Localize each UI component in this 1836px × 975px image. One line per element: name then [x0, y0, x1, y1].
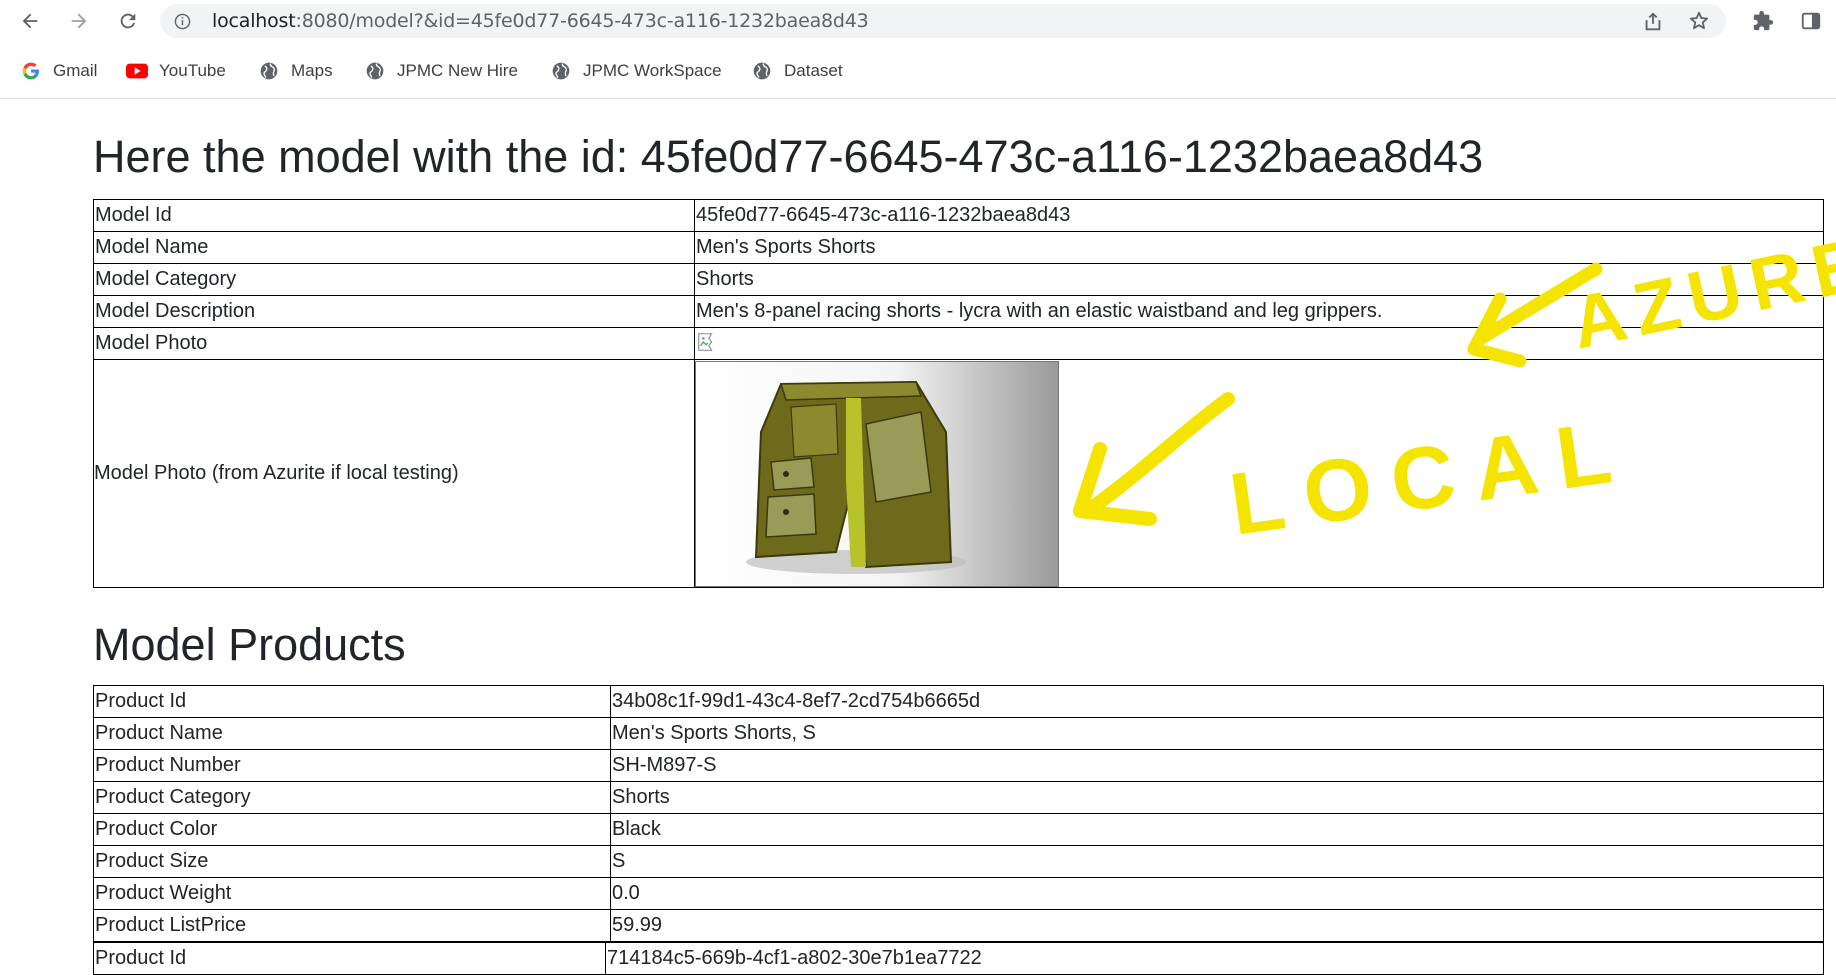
bookmark-star-icon[interactable]: [1688, 10, 1710, 37]
table-row: Model Description Men's 8-panel racing s…: [93, 295, 1824, 328]
extensions-puzzle-icon[interactable]: [1752, 10, 1774, 37]
page-title: Here the model with the id: 45fe0d77-664…: [93, 131, 1484, 182]
product-name-label: Product Name: [93, 717, 611, 750]
product-table: Product Id 714184c5-669b-4cf1-a802-30e7b…: [93, 942, 1824, 975]
bookmark-label: JPMC WorkSpace: [583, 61, 722, 80]
table-row: Model Photo: [93, 327, 1824, 360]
globe-icon: [751, 60, 773, 82]
page-content: Here the model with the id: 45fe0d77-664…: [0, 99, 1836, 975]
url-text[interactable]: localhost:8080/model?&id=45fe0d77-6645-4…: [212, 4, 869, 38]
product-id-label: Product Id: [93, 685, 611, 718]
bookmarks-bar: Gmail YouTube Maps JPMC New Hire JPMC Wo…: [0, 46, 1836, 99]
model-id-label: Model Id: [93, 199, 695, 232]
back-arrow-icon: [22, 13, 38, 29]
product-color-value: Black: [610, 813, 1824, 846]
bookmark-label: YouTube: [159, 61, 226, 80]
model-description-label: Model Description: [93, 295, 695, 328]
table-row: Product Color Black: [93, 813, 1824, 846]
side-panel-icon[interactable]: [1800, 10, 1822, 37]
table-row: Model Name Men's Sports Shorts: [93, 231, 1824, 264]
bookmark-label: Gmail: [53, 61, 98, 80]
product-size-value: S: [610, 845, 1824, 878]
bookmark-jpmc-workspace[interactable]: JPMC WorkSpace: [550, 57, 722, 85]
product-number-value: SH-M897-S: [610, 749, 1824, 782]
reload-icon: [120, 13, 136, 29]
product-category-label: Product Category: [93, 781, 611, 814]
product-weight-label: Product Weight: [93, 877, 611, 910]
broken-image-icon: [696, 331, 720, 355]
product-id-value: 34b08c1f-99d1-43c4-8ef7-2cd754b6665d: [610, 685, 1824, 718]
google-icon: [20, 60, 42, 82]
table-row: Model Category Shorts: [93, 263, 1824, 296]
model-id-value: 45fe0d77-6645-473c-a116-1232baea8d43: [694, 199, 1824, 232]
table-row: Product Number SH-M897-S: [93, 749, 1824, 782]
model-description-value: Men's 8-panel racing shorts - lycra with…: [694, 295, 1824, 328]
product-size-label: Product Size: [93, 845, 611, 878]
url-path: :8080/model?&id=45fe0d77-6645-473c-a116-…: [295, 10, 869, 32]
model-category-label: Model Category: [93, 263, 695, 296]
url-host: localhost: [212, 10, 296, 32]
table-row: Product Id 714184c5-669b-4cf1-a802-30e7b…: [93, 942, 1824, 975]
bookmark-youtube[interactable]: YouTube: [126, 57, 226, 85]
bookmark-label: JPMC New Hire: [397, 61, 518, 80]
youtube-icon: [126, 60, 148, 82]
table-row: Model Photo (from Azurite if local testi…: [93, 359, 1824, 588]
product-number-label: Product Number: [93, 749, 611, 782]
address-bar[interactable]: localhost:8080/model?&id=45fe0d77-6645-4…: [160, 4, 1726, 38]
forward-arrow-icon: [71, 13, 87, 29]
bookmark-gmail[interactable]: Gmail: [20, 57, 97, 85]
product-weight-value: 0.0: [610, 877, 1824, 910]
product-id-value: 714184c5-669b-4cf1-a802-30e7b1ea7722: [605, 942, 1824, 975]
product-category-value: Shorts: [610, 781, 1824, 814]
share-icon[interactable]: [1642, 11, 1664, 38]
table-row: Product Category Shorts: [93, 781, 1824, 814]
back-button[interactable]: [18, 9, 42, 33]
bookmark-dataset[interactable]: Dataset: [751, 57, 843, 85]
product-listprice-label: Product ListPrice: [93, 909, 611, 942]
model-category-value: Shorts: [694, 263, 1824, 296]
products-heading: Model Products: [93, 619, 406, 670]
bookmark-jpmc-new-hire[interactable]: JPMC New Hire: [364, 57, 518, 85]
bookmark-label: Dataset: [784, 61, 843, 80]
bookmark-label: Maps: [291, 61, 333, 80]
model-photo-azurite-label: Model Photo (from Azurite if local testi…: [93, 359, 695, 588]
model-photo-azurite-cell: [694, 359, 1824, 588]
model-photo-label: Model Photo: [93, 327, 695, 360]
shorts-product-image: [695, 360, 1059, 587]
globe-icon: [550, 60, 572, 82]
table-row: Model Id 45fe0d77-6645-473c-a116-1232bae…: [93, 199, 1824, 232]
forward-button[interactable]: [67, 9, 91, 33]
table-row: Product Name Men's Sports Shorts, S: [93, 717, 1824, 750]
product-name-value: Men's Sports Shorts, S: [610, 717, 1824, 750]
bookmark-maps[interactable]: Maps: [258, 57, 333, 85]
table-row: Product ListPrice 59.99: [93, 909, 1824, 942]
product-listprice-value: 59.99: [610, 909, 1824, 942]
product-color-label: Product Color: [93, 813, 611, 846]
product-table: Product Id 34b08c1f-99d1-43c4-8ef7-2cd75…: [93, 685, 1824, 942]
browser-toolbar: localhost:8080/model?&id=45fe0d77-6645-4…: [0, 0, 1836, 42]
table-row: Product Weight 0.0: [93, 877, 1824, 910]
model-table: Model Id 45fe0d77-6645-473c-a116-1232bae…: [93, 199, 1824, 588]
globe-icon: [364, 60, 386, 82]
globe-icon: [258, 60, 280, 82]
table-row: Product Id 34b08c1f-99d1-43c4-8ef7-2cd75…: [93, 685, 1824, 718]
site-info-icon[interactable]: [174, 13, 191, 35]
product-id-label: Product Id: [93, 942, 606, 975]
model-name-label: Model Name: [93, 231, 695, 264]
model-name-value: Men's Sports Shorts: [694, 231, 1824, 264]
model-photo-cell: [694, 327, 1824, 360]
table-row: Product Size S: [93, 845, 1824, 878]
reload-button[interactable]: [116, 9, 140, 33]
